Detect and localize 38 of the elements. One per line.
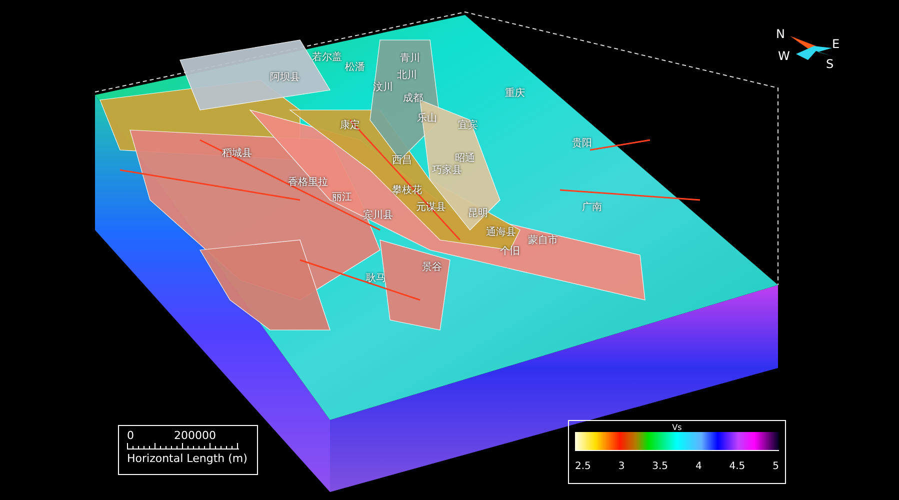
place-label: 康定 xyxy=(340,120,360,132)
place-label: 重庆 xyxy=(505,88,525,100)
place-label: 昭通 xyxy=(455,153,475,165)
scale-tick-label: 200000 xyxy=(174,430,216,442)
color-bar-tick-label: 3 xyxy=(618,461,625,473)
place-label: 北川 xyxy=(397,70,417,82)
place-label: 松潘 xyxy=(345,62,365,74)
place-label: 阿坝县 xyxy=(270,72,300,84)
color-bar-tick-label: 2.5 xyxy=(575,461,591,473)
place-label: 元谋县 xyxy=(416,202,446,214)
place-label: 个旧 xyxy=(500,246,520,258)
place-label: 西昌 xyxy=(392,155,412,167)
compass-label: N xyxy=(776,28,785,41)
place-label: 若尔盖 xyxy=(312,52,342,64)
place-label: 广南 xyxy=(582,202,602,214)
place-label: 成都 xyxy=(403,93,423,105)
compass-label: S xyxy=(826,58,834,71)
place-label: 景谷 xyxy=(422,262,442,274)
place-label: 通海县 xyxy=(486,227,516,239)
color-bar-tick-label: 3.5 xyxy=(652,461,668,473)
place-label: 青川 xyxy=(400,53,420,65)
place-label: 昆明 xyxy=(468,208,488,220)
color-bar-tick-label: 4 xyxy=(695,461,702,473)
compass-label: E xyxy=(832,38,840,51)
color-bar-tick-label: 5 xyxy=(772,461,779,473)
place-label: 巧家县 xyxy=(432,165,462,177)
place-label: 蒙自市 xyxy=(528,235,558,247)
color-bar-tick-label: 4.5 xyxy=(729,461,746,473)
scale-ruler-icon xyxy=(127,442,239,450)
place-label: 丽江 xyxy=(332,192,352,204)
compass-label: W xyxy=(778,50,790,63)
place-label: 贵阳 xyxy=(572,138,592,150)
scale-bar-label: Horizontal Length (m) xyxy=(127,452,248,466)
place-label: 攀枝花 xyxy=(392,185,422,197)
place-label: 宾川县 xyxy=(363,210,393,222)
place-label: 耿马 xyxy=(366,273,386,285)
scale-tick-label: 0 xyxy=(127,430,134,442)
color-bar-title: Vs xyxy=(672,423,682,432)
